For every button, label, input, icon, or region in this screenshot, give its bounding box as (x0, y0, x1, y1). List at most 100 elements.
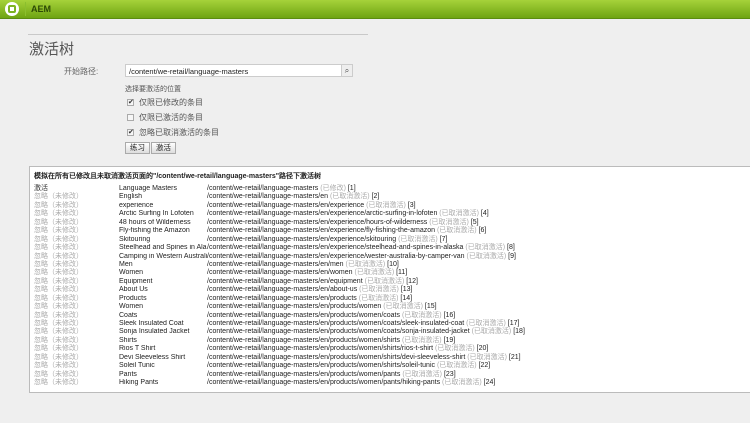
results-title: 模拟在所有已修改且未取消激活页面的"/content/we-retail/lan… (34, 173, 322, 180)
page-path: /content/we-retail/language-masters/en/p… (207, 303, 437, 311)
page-title: Soleil Tunic (119, 362, 155, 370)
page-title: Fly-fishing the Amazon (119, 227, 190, 235)
checkbox-ignore-deactivated[interactable]: ✔ 忽略已取消激活的条目 (127, 127, 219, 138)
status: (已取消激活) (383, 303, 423, 311)
index: [16] (443, 311, 456, 319)
action: 忽略（未修改） (34, 210, 83, 218)
path: /content/we-retail/language-masters/en (207, 193, 329, 201)
page-title: Equipment (119, 277, 153, 285)
page-title: Coats (119, 311, 138, 319)
page-path: /content/we-retail/language-masters/en/e… (207, 227, 486, 235)
page-path: /content/we-retail/language-masters/en/p… (207, 354, 521, 362)
list-item: 忽略（未修改） Skitouring/content/we-retail/lang… (30, 236, 750, 244)
action: 忽略（未修改） (34, 345, 83, 353)
status: (已取消激活) (402, 370, 443, 378)
path: /content/we-retail/language-masters/en/e… (207, 218, 428, 226)
path: /content/we-retail/language-masters/en/p… (207, 345, 434, 353)
status: (已取消激活) (329, 193, 370, 201)
action: 忽略（未修改） (34, 277, 83, 285)
action: 忽略（未修改） (34, 311, 83, 319)
status: (已取消激活) (435, 345, 475, 353)
list-item: 忽略（未修改） Arctic Surfing In Lofoten/content… (30, 210, 750, 218)
activate-button[interactable]: 激活 (151, 142, 176, 154)
page-title: Shirts (119, 336, 137, 344)
list-item: 忽略（未修改） Hiking Pants/content/we-retail/la… (30, 379, 750, 387)
page-path: /content/we-retail/language-masters/en/p… (207, 379, 495, 387)
path: /content/we-retail/language-masters/en/p… (207, 362, 435, 370)
status: (已取消激活) (354, 269, 395, 277)
brand-label: AEM (31, 4, 51, 14)
path: /content/we-retail/language-masters/en/w… (207, 269, 353, 277)
status: (已取消激活) (436, 227, 477, 235)
page-path: /content/we-retail/language-masters/en/p… (207, 371, 456, 379)
path: /content/we-retail/language-masters/en/p… (207, 294, 357, 302)
path: /content/we-retail/language-masters/en/p… (207, 353, 466, 361)
list-item: 忽略（未修改） Sonja Insulated Jacket/content/we… (30, 328, 750, 336)
page-title: Sleek Insulated Coat (119, 320, 184, 327)
status: (已取消激活) (467, 353, 507, 361)
path: /content/we-retail/language-masters/en/p… (207, 370, 401, 378)
status: (已取消激活) (358, 294, 399, 302)
checkbox-only-activated[interactable]: 仅限已激活的条目 (127, 112, 203, 123)
index: [7] (439, 235, 448, 243)
path: /content/we-retail/language-masters/en/e… (207, 252, 465, 260)
index: [11] (396, 269, 408, 277)
list-item: 忽略（未修改） 48 hours of Wilderness/content/we… (30, 219, 750, 227)
index: [12] (406, 277, 418, 285)
action: 忽略（未修改） (34, 218, 83, 226)
list-item: 忽略（未修改） Products/content/we-retail/langua… (30, 295, 750, 303)
index: [19] (443, 336, 456, 344)
select-location-label: 选择要激活的位置 (125, 86, 181, 93)
checkbox-icon[interactable]: ✔ (127, 129, 134, 136)
page-path: /content/we-retail/language-masters/en/a… (207, 286, 412, 294)
page-title: Sonja Insulated Jacket (119, 328, 190, 336)
page-path: /content/we-retail/language-masters/en/p… (207, 312, 455, 320)
index: [24] (483, 379, 496, 387)
path: /content/we-retail/language-masters (207, 185, 319, 192)
action: 忽略（未修改） (34, 227, 83, 235)
status: (已取消激活) (471, 328, 512, 336)
checkbox-icon[interactable]: ✔ (127, 99, 134, 106)
path: /content/we-retail/language-masters/en/p… (207, 328, 470, 336)
divider (25, 2, 26, 16)
start-path-label: 开始路径: (64, 67, 99, 76)
action: 忽略（未修改） (34, 294, 83, 302)
index: [2] (371, 193, 380, 201)
index: [13] (400, 286, 413, 294)
start-path-input[interactable]: /content/we-retail/language-masters ⌕ (125, 64, 353, 77)
status: (已取消激活) (429, 218, 469, 226)
path: /content/we-retail/language-masters/en/p… (207, 311, 400, 319)
index: [5] (470, 218, 479, 226)
page-title: Women (119, 303, 143, 311)
index: [6] (478, 227, 487, 235)
list-item: 忽略（未修改） Soleil Tunic/content/we-retail/la… (30, 362, 750, 370)
action: 忽略（未修改） (34, 193, 83, 201)
results-panel: 模拟在所有已修改且未取消激活页面的"/content/we-retail/lan… (29, 166, 750, 393)
checkbox-only-modified[interactable]: ✔ 仅限已修改的条目 (127, 97, 203, 108)
page-title: 48 hours of Wilderness (119, 218, 191, 226)
page-title: experience (119, 201, 154, 209)
index: [21] (508, 353, 521, 361)
page-path: /content/we-retail/language-masters/en/p… (207, 295, 412, 303)
list-item: 忽略（未修改） Coats/content/we-retail/language-… (30, 312, 750, 320)
index: [23] (443, 370, 456, 378)
path: /content/we-retail/language-masters/en/e… (207, 244, 464, 252)
search-icon[interactable]: ⌕ (341, 65, 352, 76)
page-title: About Us (119, 286, 148, 294)
page-path: /content/we-retail/language-masters/en/p… (207, 328, 525, 336)
divider (28, 34, 368, 35)
action: 忽略（未修改） (34, 328, 83, 336)
list-item: 忽略（未修改） Rios T Shirt/content/we-retail/la… (30, 345, 750, 353)
path: /content/we-retail/language-masters/en/e… (207, 235, 397, 243)
list-item: 忽略（未修改） Fly-fishing the Amazon/content/we… (30, 227, 750, 235)
page-title: 激活树 (29, 40, 75, 58)
aem-logo-icon[interactable] (5, 2, 19, 16)
dry-run-button[interactable]: 练习 (125, 142, 150, 154)
checkbox-label: 仅限已修改的条目 (139, 98, 203, 107)
list-item: 忽略（未修改） Women/content/we-retail/language-… (30, 269, 750, 277)
path: /content/we-retail/language-masters/en/e… (207, 227, 436, 235)
checkbox-icon[interactable] (127, 114, 134, 121)
page-title: Camping in Western Australia (119, 252, 207, 260)
page-title: Men (119, 260, 133, 268)
page-title: Skitouring (119, 235, 151, 243)
